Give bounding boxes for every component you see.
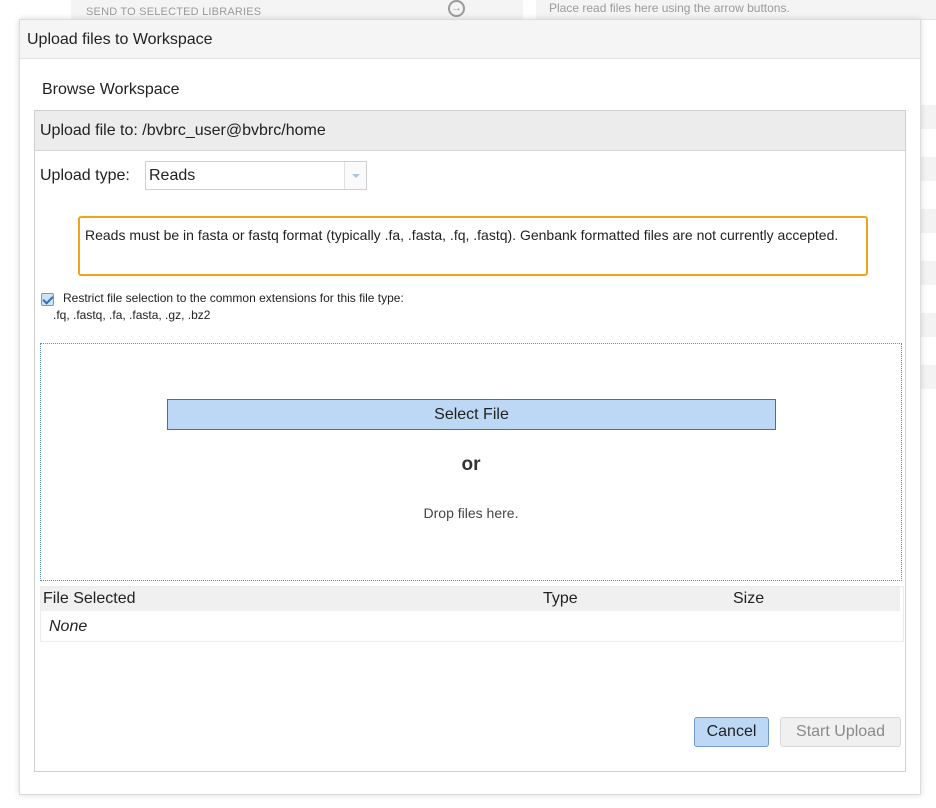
cancel-button[interactable]: Cancel — [694, 717, 769, 747]
table-header: File Selected Type Size — [41, 587, 900, 611]
dialog-title: Upload files to Workspace — [20, 20, 920, 59]
background-stripe — [921, 313, 936, 337]
arrow-right-circle-icon[interactable]: → — [448, 0, 465, 17]
background-stripe — [921, 261, 936, 285]
upload-destination-header: Upload file to: /bvbrc_user@bvbrc/home — [35, 111, 905, 151]
chevron-down-icon[interactable] — [344, 162, 366, 189]
background-stripe — [921, 365, 936, 389]
upload-type-label: Upload type: — [40, 167, 130, 184]
selected-files-table: File Selected Type Size None — [40, 586, 904, 642]
upload-pane: Upload file to: /bvbrc_user@bvbrc/home U… — [34, 110, 906, 772]
upload-type-value: Reads — [149, 167, 196, 184]
restrict-extensions-label: Restrict file selection to the common ex… — [63, 291, 404, 305]
send-to-libraries-label: SEND TO SELECTED LIBRARIES — [86, 6, 262, 18]
restrict-extensions-checkbox[interactable] — [41, 293, 54, 306]
upload-type-select[interactable]: Reads — [145, 161, 367, 190]
background-stripe — [921, 157, 936, 181]
start-upload-button[interactable]: Start Upload — [780, 717, 901, 747]
background-stripe — [921, 209, 936, 233]
background-stripe — [921, 105, 936, 129]
format-notice: Reads must be in fasta or fastq format (… — [78, 216, 868, 276]
column-size: Size — [733, 590, 765, 607]
file-drop-zone[interactable]: Select File or Drop files here. — [40, 343, 902, 581]
browse-workspace-link[interactable]: Browse Workspace — [42, 81, 180, 99]
column-type: Type — [543, 590, 578, 607]
or-separator: or — [461, 454, 481, 475]
drop-files-hint: Drop files here. — [423, 505, 519, 521]
upload-dialog: Upload files to Workspace Browse Workspa… — [19, 19, 921, 795]
empty-table-row: None — [49, 618, 88, 635]
extensions-list: .fq, .fastq, .fa, .fasta, .gz, .bz2 — [53, 308, 211, 322]
select-file-button[interactable]: Select File — [167, 399, 776, 430]
read-files-hint: Place read files here using the arrow bu… — [549, 1, 790, 15]
column-file-selected: File Selected — [43, 590, 136, 607]
